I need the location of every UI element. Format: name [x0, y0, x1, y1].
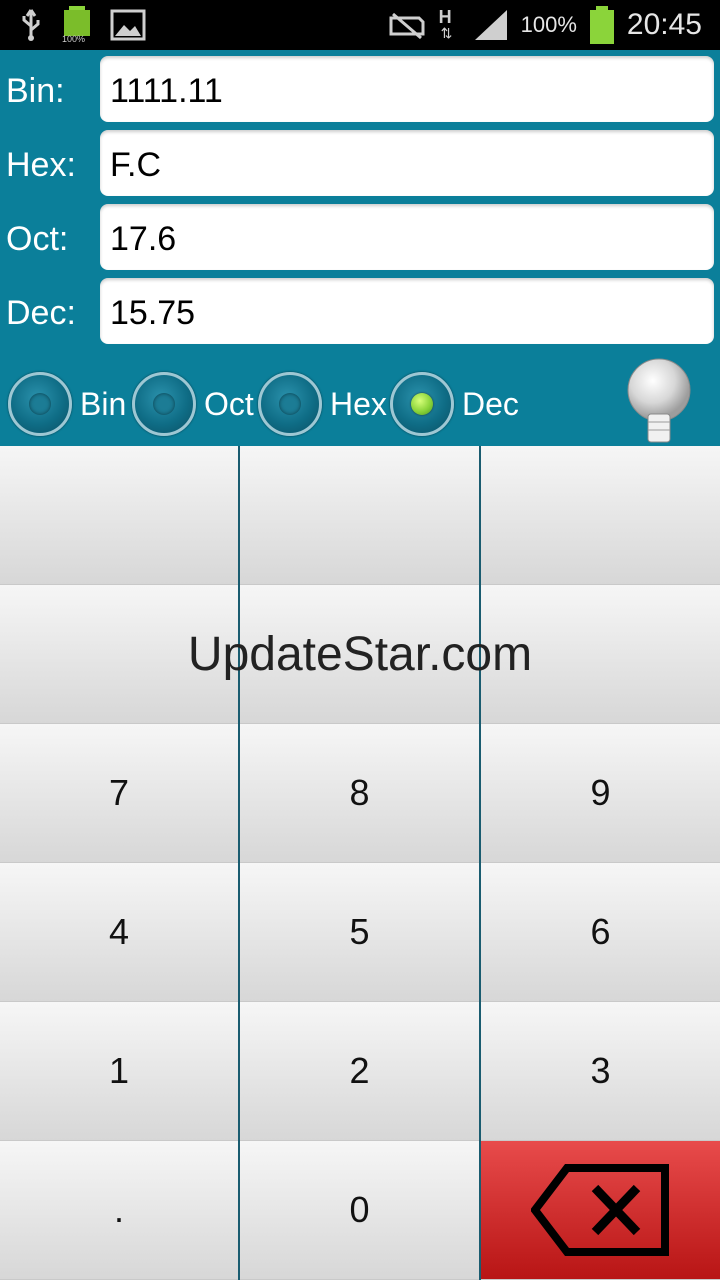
key-blank-5[interactable] [240, 585, 479, 724]
radio-hex-dot [279, 393, 301, 415]
battery-icon [589, 6, 614, 44]
hex-label: Hex: [6, 146, 76, 184]
radio-dec-label: Dec [462, 385, 519, 422]
usb-icon [22, 9, 40, 41]
lightbulb-icon[interactable] [624, 358, 694, 446]
radio-oct[interactable]: Oct [132, 362, 254, 446]
key-decimal[interactable]: . [0, 1141, 238, 1280]
bin-value: 1111.11 [110, 72, 223, 110]
keypad-divider-2 [479, 446, 481, 1280]
radio-oct-circle [132, 372, 196, 436]
key-7[interactable]: 7 [0, 724, 238, 863]
radio-oct-label: Oct [204, 385, 254, 422]
key-9-label: 9 [590, 772, 611, 813]
dec-row: Dec: 15.75 [0, 272, 720, 346]
key-3-label: 3 [590, 1050, 611, 1091]
dec-field[interactable]: 15.75 [100, 278, 714, 344]
key-1[interactable]: 1 [0, 1002, 238, 1141]
oct-field[interactable]: 17.6 [100, 204, 714, 270]
oct-row: Oct: 17.6 [0, 198, 720, 272]
converter-panel: Bin: 1111.11 Hex: F.C Oct: 17.6 Dec: 15.… [0, 50, 720, 446]
key-1-label: 1 [108, 1050, 130, 1091]
key-blank-6[interactable] [481, 585, 720, 724]
key-7-label: 7 [108, 772, 130, 813]
key-5[interactable]: 5 [240, 863, 479, 1002]
key-5-label: 5 [349, 911, 370, 952]
radio-dec-circle [390, 372, 454, 436]
key-blank-4[interactable] [0, 585, 238, 724]
radio-bin-circle [8, 372, 72, 436]
key-2[interactable]: 2 [240, 1002, 479, 1141]
bin-row: Bin: 1111.11 [0, 50, 720, 124]
key-decimal-label: . [113, 1189, 124, 1230]
battery-small-icon: 100% [62, 6, 92, 44]
dec-label: Dec: [6, 294, 76, 332]
bin-field[interactable]: 1111.11 [100, 56, 714, 122]
dec-value: 15.75 [110, 294, 196, 332]
radio-hex-label: Hex [330, 385, 387, 422]
oct-label: Oct: [6, 220, 69, 258]
key-0[interactable]: 0 [240, 1141, 479, 1280]
radio-oct-dot [153, 393, 175, 415]
battery-small-label: 100% [62, 34, 86, 44]
hex-field[interactable]: F.C [100, 130, 714, 196]
radio-bin-label: Bin [80, 385, 127, 422]
signal-icon [474, 10, 507, 40]
radio-dec[interactable]: Dec [390, 362, 519, 446]
clock: 20:45 [626, 8, 702, 41]
no-sim-icon [389, 12, 425, 40]
bin-label: Bin: [6, 72, 65, 110]
key-6-label: 6 [590, 911, 611, 952]
image-icon [110, 9, 146, 41]
oct-value: 17.6 [110, 220, 177, 258]
radio-bin-dot [29, 393, 51, 415]
key-blank-3[interactable] [481, 446, 720, 585]
status-bar: 100% H ⇅ 100% 20:45 [0, 0, 720, 50]
keypad: 7 8 9 4 5 6 1 2 3 . 0 UpdateStar.com [0, 446, 720, 1280]
radio-dec-dot [411, 393, 433, 415]
keypad-divider-1 [238, 446, 240, 1280]
key-6[interactable]: 6 [481, 863, 720, 1002]
backspace-button[interactable] [481, 1141, 720, 1280]
base-radio-group: Bin Oct Hex Dec [0, 362, 720, 446]
key-0-label: 0 [349, 1189, 370, 1230]
key-2-label: 2 [349, 1050, 370, 1091]
radio-bin[interactable]: Bin [8, 362, 126, 446]
status-left-icons: 100% [18, 6, 146, 44]
hex-row: Hex: F.C [0, 124, 720, 198]
key-8-label: 8 [349, 772, 370, 813]
status-right-icons: H ⇅ 100% 20:45 [387, 6, 702, 44]
key-3[interactable]: 3 [481, 1002, 720, 1141]
key-9[interactable]: 9 [481, 724, 720, 863]
key-4-label: 4 [108, 911, 130, 952]
key-8[interactable]: 8 [240, 724, 479, 863]
backspace-icon [530, 1164, 669, 1256]
key-blank-1[interactable] [0, 446, 238, 585]
radio-hex[interactable]: Hex [258, 362, 387, 446]
hex-value: F.C [110, 146, 161, 184]
key-4[interactable]: 4 [0, 863, 238, 1002]
key-blank-2[interactable] [240, 446, 479, 585]
data-arrows-icon: ⇅ [440, 25, 453, 41]
network-indicator: H ⇅ [439, 7, 461, 43]
radio-hex-circle [258, 372, 322, 436]
battery-percent: 100% [520, 12, 577, 37]
